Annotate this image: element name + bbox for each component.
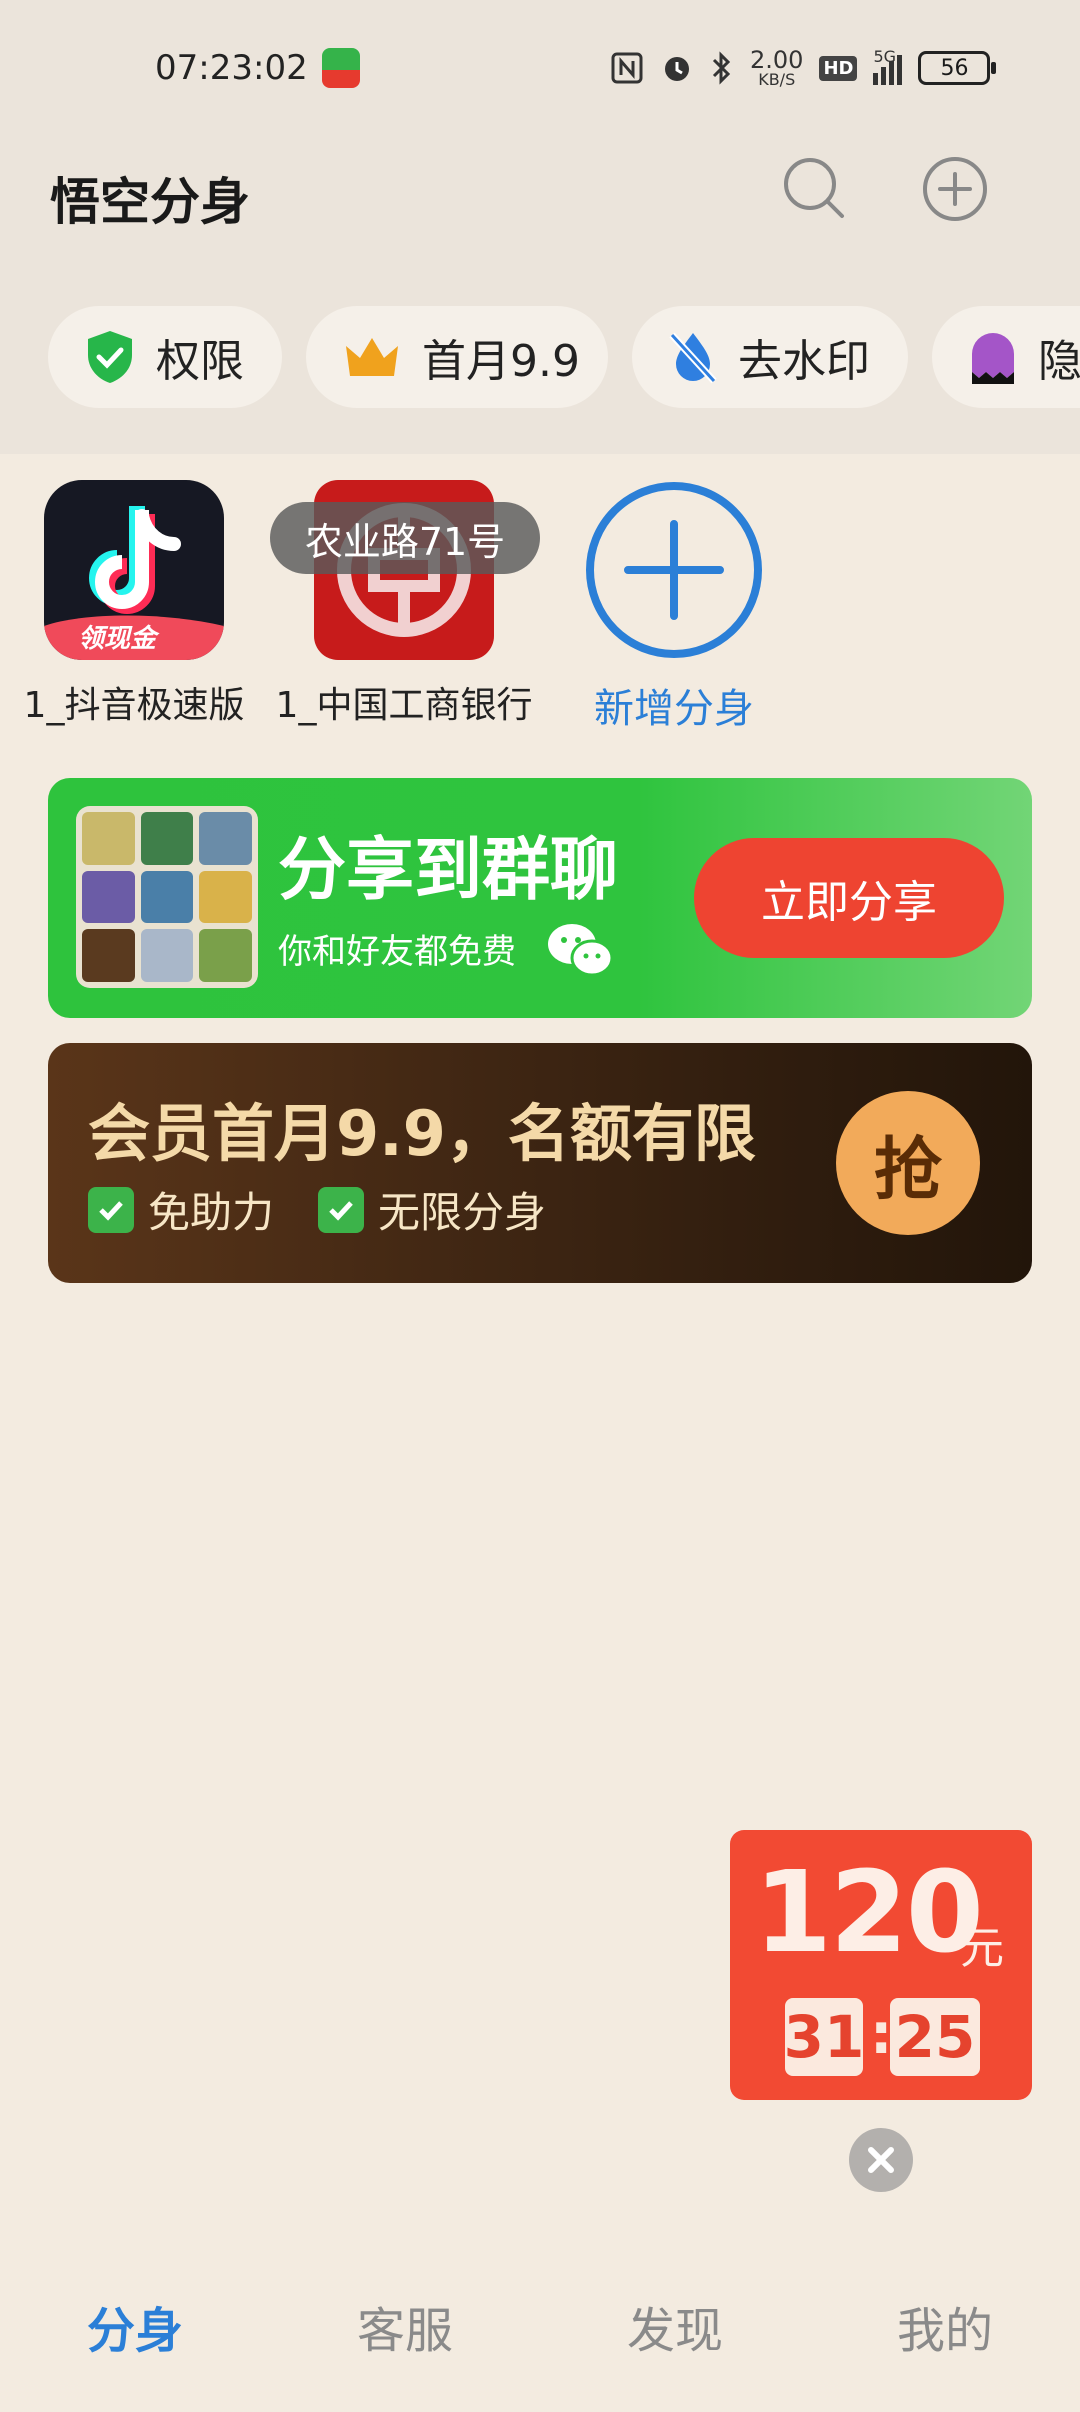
share-banner[interactable]: 分享到群聊 你和好友都免费 立即分享	[48, 778, 1032, 1018]
promo-unit: 元	[960, 1923, 1004, 1974]
network-type: 5G	[873, 47, 897, 66]
nav-tab-discover[interactable]: 发现	[540, 2270, 810, 2412]
search-icon	[784, 158, 844, 218]
check-icon	[88, 1186, 134, 1233]
net-speed-unit: KB/S	[758, 70, 796, 89]
battery-level: 56	[940, 55, 969, 81]
alarm-icon	[665, 57, 689, 81]
bluetooth-icon	[712, 51, 731, 85]
chip-first-month[interactable]: 首月9.9	[306, 306, 608, 408]
status-time: 07:23:02	[155, 48, 308, 88]
ghost-icon	[972, 333, 1014, 384]
status-icons: 2.00 KB/S HD 5G 56	[610, 46, 997, 90]
promo-close-button[interactable]	[849, 2128, 913, 2192]
add-button[interactable]	[922, 156, 987, 221]
crown-icon	[346, 338, 398, 376]
shield-check-icon	[88, 331, 132, 383]
shortcut-label: 1_中国工商银行	[275, 685, 533, 726]
shortcut-label: 新增分身	[594, 686, 754, 732]
chip-label: 首月9.9	[422, 336, 580, 387]
plus-circle-large	[586, 482, 762, 658]
wallpaper-collage-image	[76, 806, 258, 988]
wechat-icon	[548, 924, 614, 977]
close-icon	[868, 2147, 894, 2173]
nav-tab-me[interactable]: 我的	[810, 2270, 1080, 2412]
toast-message: 农业路71号	[270, 502, 540, 574]
chip-label: 权限	[156, 336, 244, 387]
shortcut-label: 1_抖音极速版	[23, 685, 245, 726]
vip-title: 会员首月9.9，名额有限	[88, 1097, 756, 1170]
signal-5g-icon: 5G	[873, 47, 903, 85]
vip-banner[interactable]: 会员首月9.9，名额有限 免助力 无限分身 抢	[48, 1043, 1032, 1283]
vip-feature: 无限分身	[318, 1179, 546, 1240]
status-bar: 07:23:02 2.00 KB/S HD 5G 56	[0, 0, 1080, 140]
chip-label: 隐	[1038, 336, 1080, 387]
add-clone-icon	[584, 480, 764, 660]
douyin-icon: 领现金	[44, 480, 224, 660]
share-subtitle: 你和好友都免费	[278, 932, 516, 972]
water-drop-off-icon	[669, 332, 717, 384]
nfc-icon	[611, 52, 643, 84]
red-packet-promo[interactable]: 120 元 31 : 25	[730, 1830, 1032, 2100]
vip-feature-label: 无限分身	[378, 1188, 547, 1237]
chip-label: 去水印	[738, 336, 870, 387]
app-title: 悟空分身	[50, 173, 250, 231]
net-speed: 2.00 KB/S	[750, 48, 803, 88]
countdown-minutes: 31	[784, 1998, 864, 2076]
grab-button[interactable]: 抢	[836, 1091, 980, 1235]
share-now-button[interactable]: 立即分享	[694, 838, 1004, 958]
chip-remove-watermark[interactable]: 去水印	[632, 306, 908, 408]
bottom-nav: 分身 客服 发现 我的	[0, 2270, 1080, 2412]
countdown-seconds: 25	[890, 1998, 980, 2076]
check-icon	[318, 1186, 364, 1233]
cash-badge: 领现金	[78, 624, 157, 654]
net-speed-value: 2.00	[750, 46, 804, 74]
search-button[interactable]	[782, 156, 846, 220]
shortcut-add-clone[interactable]: 新增分身	[584, 480, 764, 732]
vip-feature-label: 免助力	[148, 1188, 275, 1237]
shortcut-douyin-lite[interactable]: 领现金 1_抖音极速版	[24, 480, 244, 726]
plus-circle-icon	[923, 157, 987, 221]
battery-icon: 56	[918, 51, 997, 85]
nav-tab-clone[interactable]: 分身	[0, 2270, 270, 2412]
vip-feature: 免助力	[88, 1179, 274, 1240]
chip-permission[interactable]: 权限	[48, 306, 282, 408]
share-title: 分享到群聊	[278, 831, 619, 910]
hd-badge: HD	[819, 55, 858, 81]
promo-amount: 120	[754, 1848, 984, 1978]
chip-hide[interactable]: 隐	[932, 306, 1080, 408]
nav-tab-service[interactable]: 客服	[270, 2270, 540, 2412]
notification-app-icon	[322, 48, 360, 88]
